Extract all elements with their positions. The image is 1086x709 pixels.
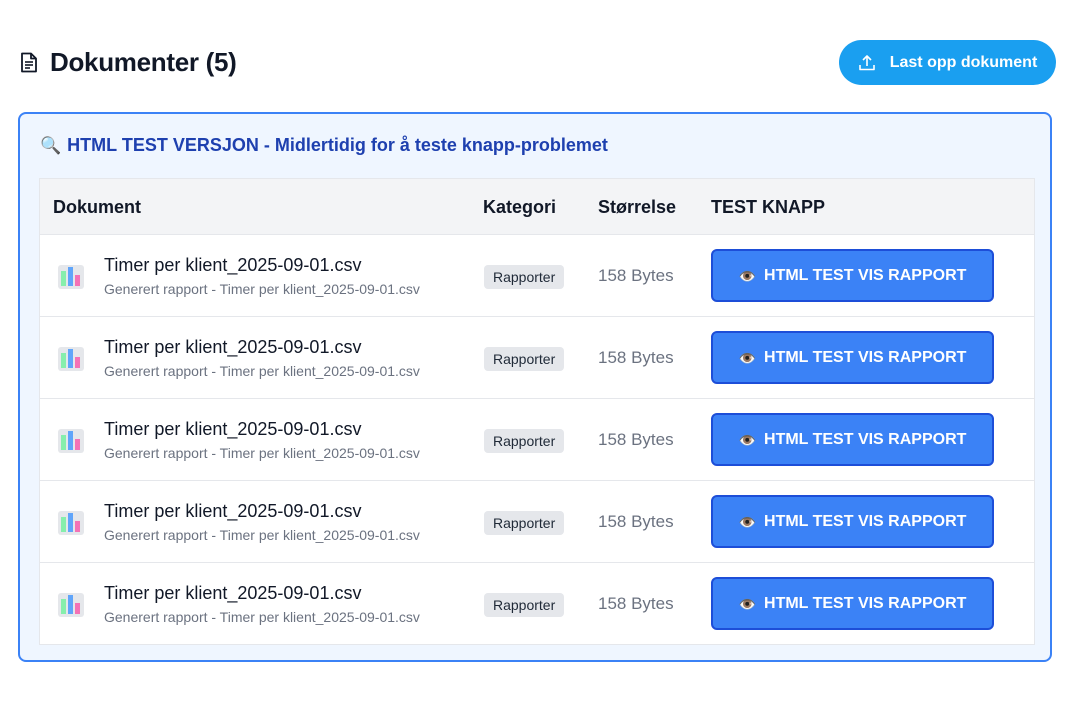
- category-badge: Rapporter: [484, 511, 565, 535]
- file-description: Generert rapport - Timer per klient_2025…: [104, 445, 420, 461]
- magnifier-icon: 🔍: [40, 136, 62, 155]
- view-report-label: HTML TEST VIS RAPPORT: [764, 512, 967, 530]
- category-badge: Rapporter: [484, 347, 565, 371]
- bar-chart-icon: [57, 344, 85, 372]
- file-description: Generert rapport - Timer per klient_2025…: [104, 363, 420, 379]
- category-badge: Rapporter: [484, 265, 565, 289]
- column-header-test-button: TEST KNAPP: [711, 197, 826, 217]
- file-description: Generert rapport - Timer per klient_2025…: [104, 281, 420, 297]
- bar-chart-icon: [57, 262, 85, 290]
- bar-chart-icon: [57, 590, 85, 618]
- html-test-card: 🔍 HTML TEST VERSJON - Midlertidig for å …: [18, 112, 1052, 662]
- document-icon: [18, 52, 40, 74]
- file-name: Timer per klient_2025-09-01.csv: [104, 255, 362, 275]
- table-row: Timer per klient_2025-09-01.csv Generert…: [40, 235, 1034, 317]
- file-size: 158 Bytes: [598, 512, 674, 531]
- eye-icon: 👁️: [738, 595, 757, 612]
- eye-icon: 👁️: [738, 431, 757, 448]
- column-header-category: Kategori: [483, 197, 557, 217]
- documents-table: Dokument Kategori Størrelse TEST KNAPP T…: [39, 178, 1035, 645]
- file-description: Generert rapport - Timer per klient_2025…: [104, 609, 420, 625]
- table-header: Dokument Kategori Størrelse TEST KNAPP: [40, 179, 1034, 235]
- view-report-button[interactable]: 👁️ HTML TEST VIS RAPPORT: [711, 577, 994, 630]
- category-badge: Rapporter: [484, 593, 565, 617]
- page-title: Dokumenter (5): [50, 47, 237, 77]
- view-report-label: HTML TEST VIS RAPPORT: [764, 348, 967, 366]
- view-report-button[interactable]: 👁️ HTML TEST VIS RAPPORT: [711, 495, 994, 548]
- upload-icon: [858, 54, 876, 72]
- table-row: Timer per klient_2025-09-01.csv Generert…: [40, 399, 1034, 481]
- file-name: Timer per klient_2025-09-01.csv: [104, 501, 362, 521]
- eye-icon: 👁️: [738, 349, 757, 366]
- file-name: Timer per klient_2025-09-01.csv: [104, 583, 362, 603]
- file-size: 158 Bytes: [598, 594, 674, 613]
- column-header-document: Dokument: [53, 197, 142, 217]
- view-report-button[interactable]: 👁️ HTML TEST VIS RAPPORT: [711, 413, 994, 466]
- file-size: 158 Bytes: [598, 430, 674, 449]
- documents-page: Dokumenter (5) Last opp dokument 🔍 HTML …: [0, 0, 1086, 709]
- view-report-button[interactable]: 👁️ HTML TEST VIS RAPPORT: [711, 331, 994, 384]
- eye-icon: 👁️: [738, 267, 757, 284]
- table-row: Timer per klient_2025-09-01.csv Generert…: [40, 481, 1034, 563]
- upload-button-label: Last opp dokument: [889, 53, 1038, 71]
- file-description: Generert rapport - Timer per klient_2025…: [104, 527, 420, 543]
- test-card-heading: 🔍 HTML TEST VERSJON - Midlertidig for å …: [40, 135, 608, 156]
- table-row: Timer per klient_2025-09-01.csv Generert…: [40, 563, 1034, 645]
- upload-document-button[interactable]: Last opp dokument: [839, 40, 1056, 85]
- view-report-label: HTML TEST VIS RAPPORT: [764, 430, 967, 448]
- title-group: Dokumenter (5): [18, 47, 237, 78]
- table-row: Timer per klient_2025-09-01.csv Generert…: [40, 317, 1034, 399]
- file-name: Timer per klient_2025-09-01.csv: [104, 419, 362, 439]
- file-name: Timer per klient_2025-09-01.csv: [104, 337, 362, 357]
- view-report-label: HTML TEST VIS RAPPORT: [764, 594, 967, 612]
- view-report-label: HTML TEST VIS RAPPORT: [764, 266, 967, 284]
- page-header: Dokumenter (5) Last opp dokument: [18, 40, 1056, 85]
- file-size: 158 Bytes: [598, 266, 674, 285]
- column-header-size: Størrelse: [598, 197, 677, 217]
- eye-icon: 👁️: [738, 513, 757, 530]
- category-badge: Rapporter: [484, 429, 565, 453]
- bar-chart-icon: [57, 508, 85, 536]
- file-size: 158 Bytes: [598, 348, 674, 367]
- view-report-button[interactable]: 👁️ HTML TEST VIS RAPPORT: [711, 249, 994, 302]
- bar-chart-icon: [57, 426, 85, 454]
- test-card-heading-text: HTML TEST VERSJON - Midlertidig for å te…: [67, 135, 608, 155]
